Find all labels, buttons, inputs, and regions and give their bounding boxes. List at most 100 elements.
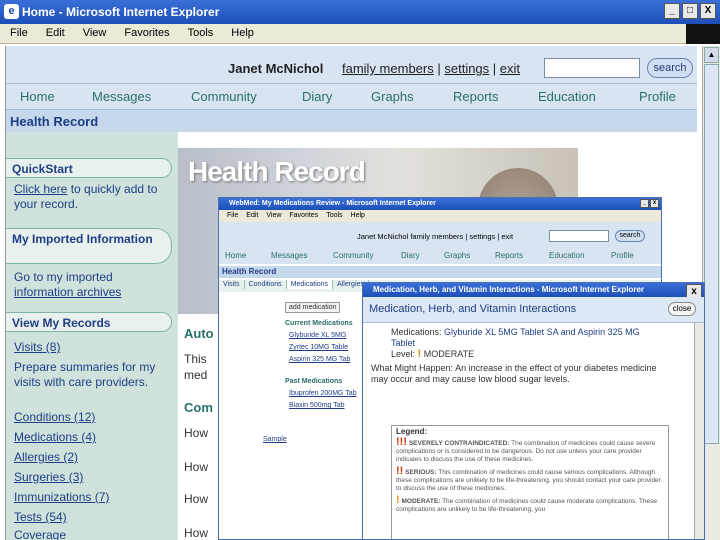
ie-logo-icon: e	[4, 4, 19, 19]
w2-nav-item[interactable]: Messages	[271, 251, 307, 260]
w2-user-links[interactable]: Janet McNichol family members | settings…	[357, 232, 513, 241]
nav-community[interactable]: Community	[191, 89, 257, 104]
family-members-link[interactable]: family members	[342, 61, 434, 76]
menu-edit[interactable]: Edit	[36, 24, 73, 39]
moderate-legend-icon: !	[396, 494, 400, 506]
w2-nav-item[interactable]: Education	[549, 251, 585, 260]
legend-heading: Legend:	[396, 427, 428, 436]
w2-menu-item[interactable]: Favorites	[289, 212, 318, 219]
legend-severe-title: SEVERELY CONTRAINDICATED:	[408, 440, 510, 447]
interactions-window: Medication, Herb, and Vitamin Interactio…	[362, 282, 705, 540]
w2-menu-item[interactable]: View	[266, 212, 281, 219]
nav-profile[interactable]: Profile	[639, 89, 676, 104]
how-item[interactable]: How	[184, 426, 208, 440]
menu-help[interactable]: Help	[221, 24, 262, 39]
w2-tab[interactable]: Visits	[219, 280, 245, 289]
nav-reports[interactable]: Reports	[453, 89, 499, 104]
current-medications-heading: Current Medications	[285, 320, 353, 327]
w2-menu-item[interactable]: Tools	[326, 212, 342, 219]
past-medication-link[interactable]: Biaxin 500mg Tab	[289, 402, 345, 409]
legend-serious-title: SERIOUS:	[405, 469, 437, 476]
w2-nav-item[interactable]: Home	[225, 251, 246, 260]
menu-favorites[interactable]: Favorites	[114, 24, 177, 39]
title-bar: e Home - Microsoft Internet Explorer _ □ X	[0, 0, 720, 24]
w2-search-button[interactable]: search	[615, 230, 645, 242]
conditions-link[interactable]: Conditions (12)	[14, 410, 95, 424]
w2-menu-item[interactable]: Edit	[246, 212, 258, 219]
how-item[interactable]: How	[184, 460, 208, 474]
allergies-link[interactable]: Allergies (2)	[14, 450, 78, 464]
nav-messages[interactable]: Messages	[92, 89, 151, 104]
nav-graphs[interactable]: Graphs	[371, 89, 414, 104]
what-label: What Might Happen:	[371, 363, 454, 373]
main-nav: Home Messages Community Diary Graphs Rep…	[6, 84, 697, 110]
legend-box: Legend: !!! SEVERELY CONTRAINDICATED: Th…	[391, 425, 669, 539]
w3-heading: Medication, Herb, and Vitamin Interactio…	[369, 303, 577, 315]
exit-link[interactable]: exit	[500, 61, 520, 76]
archives-link[interactable]: information archives	[14, 285, 121, 299]
w3-title: Medication, Herb, and Vitamin Interactio…	[373, 285, 645, 294]
medication-link[interactable]: Glyburide XL 5MG	[289, 332, 346, 339]
view-records-heading: View My Records	[6, 312, 172, 332]
sample-link[interactable]: Sample	[263, 436, 287, 443]
coverage-link[interactable]: Coverage	[14, 528, 66, 540]
past-medication-link[interactable]: Ibuprofen 200MG Tab	[289, 390, 357, 397]
medication-link[interactable]: Aspirin 325 MG Tab	[289, 356, 350, 363]
medication-link[interactable]: Zyrtec 10MG Table	[289, 344, 348, 351]
menu-view[interactable]: View	[73, 24, 115, 39]
w2-tab[interactable]: Medications	[286, 280, 334, 289]
level-value: MODERATE	[423, 349, 475, 359]
w3-scrollbar[interactable]	[694, 323, 704, 539]
w2-minimize-button[interactable]: _	[640, 199, 649, 208]
tests-link[interactable]: Tests (54)	[14, 510, 67, 524]
meds-label: Medications:	[391, 327, 442, 337]
w2-menu-item[interactable]: Help	[351, 212, 365, 219]
search-input[interactable]	[544, 58, 640, 78]
menu-file[interactable]: File	[0, 24, 36, 39]
past-medications-heading: Past Medications	[285, 378, 343, 385]
click-here-link[interactable]: Click here	[14, 182, 67, 196]
how-item[interactable]: How	[184, 526, 208, 540]
imported-text: Go to my imported	[14, 270, 113, 284]
section-title: Health Record	[10, 114, 99, 129]
visits-link[interactable]: Visits (8)	[14, 340, 60, 354]
medications-link[interactable]: Medications (4)	[14, 430, 96, 444]
w2-nav-item[interactable]: Graphs	[444, 251, 470, 260]
w2-nav-item[interactable]: Diary	[401, 251, 420, 260]
nav-education[interactable]: Education	[538, 89, 596, 104]
moderate-icon: !	[417, 348, 422, 360]
auto-heading: Auto	[184, 326, 214, 341]
surgeries-link[interactable]: Surgeries (3)	[14, 470, 83, 484]
how-item[interactable]: How	[184, 492, 208, 506]
menu-tools[interactable]: Tools	[178, 24, 222, 39]
w3-title-bar: Medication, Herb, and Vitamin Interactio…	[363, 283, 704, 300]
close-button[interactable]: X	[700, 3, 716, 19]
w2-menu-item[interactable]: File	[227, 212, 238, 219]
severe-icon: !!!	[396, 436, 407, 448]
maximize-button[interactable]: □	[682, 3, 698, 19]
settings-link[interactable]: settings	[444, 61, 489, 76]
immunizations-link[interactable]: Immunizations (7)	[14, 490, 109, 504]
search-button[interactable]: search	[647, 58, 693, 78]
nav-diary[interactable]: Diary	[302, 89, 332, 104]
w2-nav-item[interactable]: Profile	[611, 251, 634, 260]
w2-search-input[interactable]	[549, 230, 609, 242]
scroll-up-icon[interactable]: ▲	[704, 47, 719, 63]
level-label: Level:	[391, 349, 416, 359]
w2-nav-item[interactable]: Reports	[495, 251, 523, 260]
user-name: Janet McNichol	[228, 61, 324, 76]
left-sidebar: QuickStart Click here to quickly add to …	[6, 132, 178, 540]
w2-section-title: Health Record	[219, 266, 661, 278]
close-button[interactable]: close	[668, 302, 696, 316]
minimize-button[interactable]: _	[664, 3, 680, 19]
banner-title: Health Record	[188, 156, 366, 187]
serious-icon: !!	[396, 465, 404, 477]
w2-close-button[interactable]: x	[650, 199, 659, 208]
w2-title-bar: WebMed: My Medications Review - Microsof…	[219, 198, 661, 210]
w2-nav-item[interactable]: Community	[333, 251, 373, 260]
scroll-thumb[interactable]	[704, 64, 719, 444]
w2-tab[interactable]: Conditions	[245, 280, 287, 289]
add-medication-button[interactable]: add medication	[285, 302, 341, 313]
quickstart-heading: QuickStart	[6, 158, 172, 178]
nav-home[interactable]: Home	[20, 89, 55, 104]
